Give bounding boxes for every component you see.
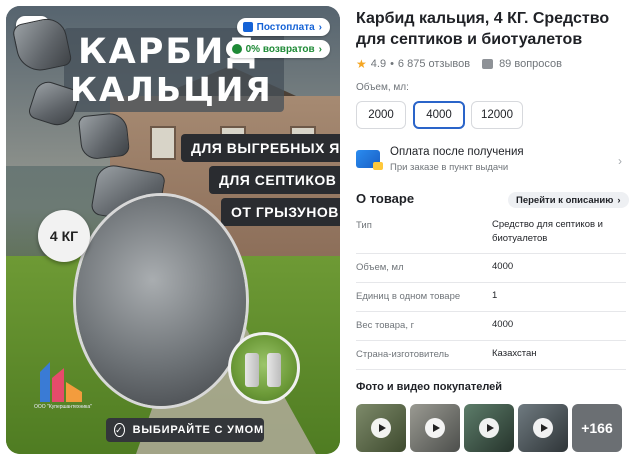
rating-separator: •	[390, 58, 394, 70]
calcium-carbide-pile	[76, 196, 246, 406]
go-to-description-button[interactable]: Перейти к описанию ›	[508, 192, 629, 208]
feature-label: ОТ ГРЫЗУНОВ	[221, 198, 340, 226]
customer-media-header: Фото и видео покупателей	[356, 381, 503, 393]
rock-chunk	[77, 111, 131, 161]
questions-link[interactable]: 89 вопросов	[499, 58, 562, 70]
feature-label: ДЛЯ СЕПТИКОВ	[209, 166, 340, 194]
septic-ring	[245, 353, 259, 387]
spec-key: Единиц в одном товаре	[356, 291, 461, 302]
chevron-right-icon: ›	[318, 43, 322, 55]
spec-value: Казахстан	[492, 348, 537, 359]
more-media-button[interactable]: +166	[572, 404, 622, 452]
play-icon	[371, 418, 391, 438]
brand-logo-icon	[40, 362, 82, 402]
spec-value: 1	[492, 290, 498, 301]
house-window	[150, 126, 176, 160]
go-to-description-label: Перейти к описанию	[516, 194, 614, 206]
postpay-badge-label: Постоплата	[256, 21, 315, 33]
customer-video-thumbnail[interactable]	[356, 404, 406, 452]
payment-title: Оплата после получения	[390, 146, 524, 158]
product-title: Карбид кальция, 4 КГ. Средство для септи…	[356, 10, 610, 48]
play-icon	[425, 418, 445, 438]
cta-banner: ✓ ВЫБИРАЙТЕ С УМОМ	[106, 418, 264, 442]
rating-value: 4.9	[370, 58, 387, 70]
spec-row: Страна-изготовитель Казахстан	[356, 341, 626, 370]
returns-badge[interactable]: 0% возвратов ›	[225, 40, 330, 58]
spec-key: Вес товара, г	[356, 320, 415, 331]
payment-after-delivery[interactable]: Оплата после получения При заказе в пунк…	[356, 146, 624, 174]
septic-illustration	[228, 332, 300, 404]
postpay-badge[interactable]: Постоплата ›	[236, 18, 330, 36]
customer-video-thumbnail[interactable]	[410, 404, 460, 452]
spec-row: Объем, мл 4000	[356, 254, 626, 283]
questions-icon	[482, 59, 494, 69]
spec-row: Вес товара, г 4000	[356, 312, 626, 341]
payment-subtitle: При заказе в пункт выдачи	[390, 162, 509, 173]
rating-row[interactable]: ★ 4.9 • 6 875 отзывов 89 вопросов	[356, 57, 562, 71]
septic-ring	[267, 353, 281, 387]
cta-label: ВЫБИРАЙТЕ С УМОМ	[132, 424, 264, 436]
spec-key: Объем, мл	[356, 262, 404, 273]
reviews-link[interactable]: 6 875 отзывов	[398, 58, 470, 70]
spec-value: 4000	[492, 319, 514, 330]
volume-label: Объем, мл:	[356, 82, 409, 93]
weight-badge: 4 КГ	[38, 210, 90, 262]
customer-video-thumbnail[interactable]	[518, 404, 568, 452]
spec-row: Единиц в одном товаре 1	[356, 283, 626, 312]
star-icon: ★	[356, 57, 367, 71]
chevron-right-icon: ›	[318, 21, 322, 33]
spec-key: Тип	[356, 220, 372, 231]
feature-label: ДЛЯ ВЫГРЕБНЫХ ЯМ	[181, 134, 340, 162]
play-icon	[479, 418, 499, 438]
chevron-right-icon: ›	[618, 154, 622, 168]
spec-key: Страна-изготовитель	[356, 349, 450, 360]
product-image[interactable]: КАРБИД КАЛЬЦИЯ Постоплата › 0% возвратов…	[6, 6, 340, 454]
about-header: О товаре	[356, 191, 415, 206]
volume-option-2000[interactable]: 2000	[356, 101, 406, 129]
spec-value: Средство для септиков и биотуалетов	[492, 219, 603, 244]
spec-value: 4000	[492, 261, 514, 272]
spec-row: Тип Средство для септиков и биотуалетов	[356, 214, 626, 254]
volume-option-4000[interactable]: 4000	[413, 101, 465, 129]
check-circle-icon: ✓	[114, 423, 125, 437]
returns-icon	[231, 44, 242, 54]
card-icon	[242, 22, 253, 32]
volume-option-12000[interactable]: 12000	[471, 101, 523, 129]
chevron-right-icon: ›	[617, 194, 621, 206]
play-icon	[533, 418, 553, 438]
brand-caption: ООО "Купершантехника"	[34, 404, 92, 410]
headline-line-2: КАЛЬЦИЯ	[70, 70, 273, 109]
customer-video-thumbnail[interactable]	[464, 404, 514, 452]
returns-badge-label: 0% возвратов	[245, 43, 315, 55]
payment-card-icon	[356, 150, 383, 170]
